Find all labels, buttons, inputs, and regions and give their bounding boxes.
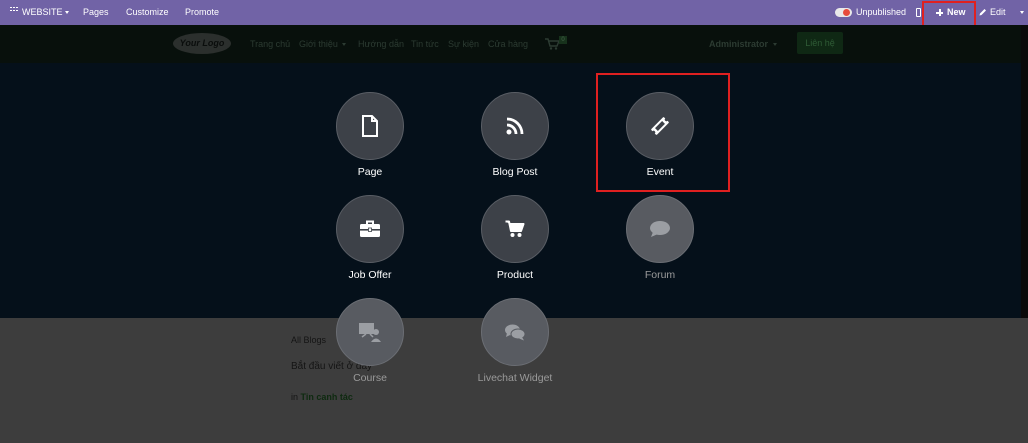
nav-item-about[interactable]: Giới thiệu <box>299 39 346 49</box>
apps-grid-icon <box>10 7 18 14</box>
comments-icon <box>505 324 526 341</box>
briefcase-icon <box>360 220 380 237</box>
presentation-icon <box>359 323 381 342</box>
page-icon <box>362 115 378 137</box>
module-page-circle <box>336 92 404 160</box>
website-menu-label: WEBSITE <box>22 7 63 17</box>
pencil-icon <box>979 9 986 16</box>
module-course-circle <box>336 298 404 366</box>
module-job-offer[interactable]: Job Offer <box>310 195 430 295</box>
website-menu-button[interactable]: WEBSITE <box>10 0 69 25</box>
in-label: in <box>291 392 299 402</box>
module-job-offer-circle <box>336 195 404 263</box>
nav-item-shop[interactable]: Cửa hàng <box>488 39 528 49</box>
edit-button[interactable]: Edit <box>979 0 1006 25</box>
caret-down-icon <box>773 43 778 47</box>
module-page-label: Page <box>357 166 383 178</box>
module-livechat-widget[interactable]: Livechat Widget <box>455 298 575 398</box>
module-product[interactable]: Product <box>455 195 575 295</box>
nav-item-news[interactable]: Tin tức <box>411 39 439 49</box>
comment-icon <box>650 221 670 237</box>
module-forum[interactable]: Forum <box>600 195 720 295</box>
module-blog-post-label: Blog Post <box>492 166 538 178</box>
user-name: Administrator <box>709 39 769 49</box>
cart-count-badge: 0 <box>559 36 567 44</box>
module-forum-label: Forum <box>644 269 676 281</box>
nav-item-guide[interactable]: Hướng dẫn <box>358 39 404 49</box>
nav-item-events[interactable]: Sự kiện <box>448 39 479 49</box>
event-highlight <box>596 73 730 192</box>
admin-top-bar: WEBSITE Pages Customize Promote Unpublis… <box>0 0 1028 25</box>
module-product-circle <box>481 195 549 263</box>
nav-item-home[interactable]: Trang chủ <box>250 39 290 49</box>
module-job-offer-label: Job Offer <box>348 269 392 281</box>
module-forum-circle <box>626 195 694 263</box>
mobile-preview-icon[interactable] <box>916 8 921 17</box>
caret-down-icon <box>64 11 69 15</box>
site-logo[interactable]: Your Logo <box>173 33 231 54</box>
edit-dropdown-icon[interactable] <box>1020 11 1024 14</box>
cart-icon <box>505 220 525 237</box>
menu-pages[interactable]: Pages <box>83 0 109 25</box>
caret-down-icon <box>341 43 346 47</box>
unpublished-label: Unpublished <box>856 7 907 17</box>
menu-promote[interactable]: Promote <box>185 0 219 25</box>
module-product-label: Product <box>496 269 534 281</box>
module-livechat-widget-label: Livechat Widget <box>477 372 553 384</box>
module-blog-post[interactable]: Blog Post <box>455 92 575 192</box>
module-blog-post-circle <box>481 92 549 160</box>
website-header: Your Logo Trang chủ Giới thiệu Hướng dẫn… <box>0 25 1028 63</box>
edit-button-label: Edit <box>990 7 1006 17</box>
nav-item-about-label: Giới thiệu <box>299 39 338 49</box>
module-course[interactable]: Course <box>310 298 430 398</box>
publish-toggle[interactable] <box>835 8 852 17</box>
rss-icon <box>506 117 524 135</box>
contact-button[interactable]: Liên hệ <box>797 32 843 54</box>
module-course-label: Course <box>353 372 387 384</box>
module-page[interactable]: Page <box>310 92 430 192</box>
user-menu[interactable]: Administrator <box>709 39 778 49</box>
scrollbar[interactable] <box>1021 25 1028 318</box>
menu-customize[interactable]: Customize <box>126 0 169 25</box>
module-livechat-widget-circle <box>481 298 549 366</box>
